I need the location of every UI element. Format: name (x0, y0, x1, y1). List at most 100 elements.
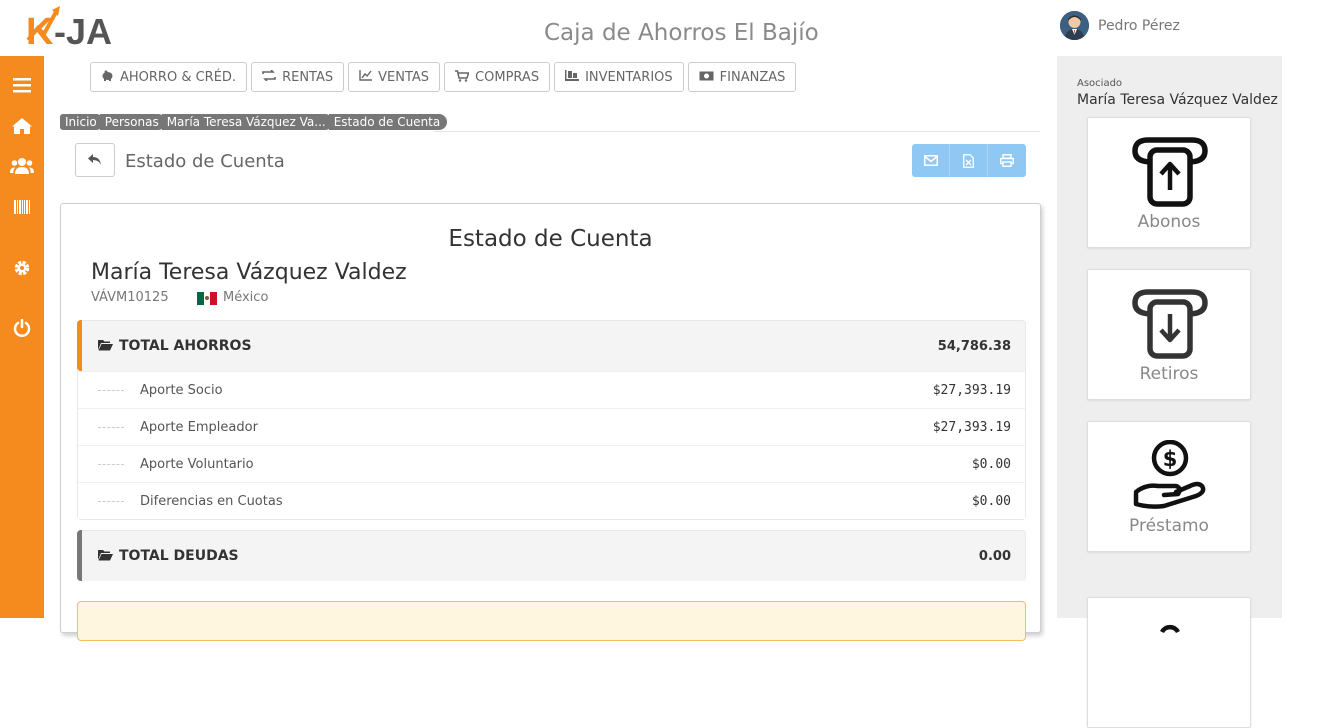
list-item: Aporte Voluntario $0.00 (78, 445, 1025, 482)
group-accent (77, 320, 82, 371)
mexico-flag-icon (197, 292, 218, 305)
loan-hand-icon: $ (1133, 440, 1206, 509)
module-label: AHORRO & CRÉD. (120, 69, 237, 85)
retiros-card[interactable]: Retiros (1087, 269, 1251, 400)
sidebar-item-logout[interactable] (0, 314, 44, 342)
withdraw-icon (1132, 289, 1208, 359)
item-label: Diferencias en Cuotas (140, 493, 283, 509)
module-label: INVENTARIOS (585, 69, 673, 85)
person-name: María Teresa Vázquez Valdez (91, 260, 407, 285)
money-icon (699, 70, 714, 84)
partial-card-icon (1160, 624, 1180, 634)
envelope-icon (923, 155, 938, 166)
breadcrumb: Inicio Personas María Teresa Vázquez Va.… (60, 114, 448, 130)
associate-name: María Teresa Vázquez Valdez (1077, 92, 1278, 108)
menu-button[interactable] (0, 71, 44, 99)
card-label: Retiros (1139, 364, 1199, 384)
folder-open-icon (98, 339, 113, 354)
item-value: $0.00 (971, 456, 1011, 472)
item-value: $27,393.19 (932, 382, 1011, 398)
breadcrumb-persona[interactable]: María Teresa Vázquez Va... (161, 114, 333, 130)
breadcrumb-personas[interactable]: Personas (99, 114, 166, 130)
group-accent (77, 530, 82, 581)
avatar (1060, 11, 1089, 40)
item-label: Aporte Empleador (140, 419, 258, 435)
pallet-icon (565, 69, 580, 85)
prestamo-card[interactable]: $ Préstamo (1087, 421, 1251, 552)
item-value: $0.00 (971, 493, 1011, 509)
logo-icon: K -JA (26, 6, 112, 53)
list-item: Diferencias en Cuotas $0.00 (78, 482, 1025, 519)
sidebar-item-settings[interactable] (0, 254, 44, 282)
group-label: TOTAL AHORROS (119, 338, 252, 354)
sidebar-item-home[interactable] (0, 112, 44, 140)
exchange-icon (262, 69, 276, 84)
app-title: Caja de Ahorros El Bajío (544, 20, 819, 46)
excel-icon (963, 153, 974, 168)
module-inventarios[interactable]: INVENTARIOS (554, 62, 684, 92)
list-item: Aporte Empleador $27,393.19 (78, 408, 1025, 445)
print-icon (1000, 154, 1014, 167)
piggy-bank-icon (101, 70, 114, 84)
user-name[interactable]: Pedro Pérez (1098, 18, 1180, 34)
warning-box (77, 601, 1026, 641)
logo[interactable]: K -JA (24, 4, 134, 53)
print-button[interactable] (988, 144, 1026, 177)
sidebar-item-barcode[interactable] (0, 193, 44, 221)
power-icon (13, 319, 31, 337)
breadcrumb-estado-cuenta: Estado de Cuenta (328, 114, 448, 130)
card-label: Abonos (1137, 212, 1201, 232)
gear-icon (14, 260, 30, 276)
module-label: FINANZAS (719, 69, 786, 85)
folder-open-icon (98, 549, 113, 564)
top-bar: K -JA Caja de Ahorros El Bajío Pedro Pér… (0, 0, 1344, 56)
person-id: VÁVM10125 (91, 290, 169, 305)
module-label: RENTAS (282, 69, 334, 85)
right-panel: Asociado María Teresa Vázquez Valdez Abo… (1057, 56, 1282, 728)
module-ventas[interactable]: VENTAS (348, 62, 441, 92)
group-header[interactable]: TOTAL DEUDAS 0.00 (78, 531, 1025, 581)
more-card[interactable] (1087, 597, 1251, 728)
item-label: Aporte Socio (140, 382, 223, 398)
module-rentas[interactable]: RENTAS (251, 62, 345, 92)
item-value: $27,393.19 (932, 419, 1011, 435)
module-ahorro-credito[interactable]: AHORRO & CRÉD. (90, 62, 248, 92)
group-total: 54,786.38 (937, 338, 1011, 354)
breadcrumb-inicio[interactable]: Inicio (60, 114, 104, 130)
page-title: Estado de Cuenta (125, 151, 285, 172)
module-label: COMPRAS (475, 69, 540, 85)
divider (434, 131, 1040, 132)
reply-icon (88, 154, 101, 165)
sidebar (0, 56, 44, 618)
country: México (223, 290, 269, 305)
email-button[interactable] (912, 144, 950, 177)
barcode-icon (14, 200, 30, 214)
associate-label: Asociado (1077, 78, 1123, 89)
group-label: TOTAL DEUDAS (119, 548, 239, 564)
cart-icon (455, 69, 470, 85)
abonos-card[interactable]: Abonos (1087, 117, 1251, 248)
group-header[interactable]: TOTAL AHORROS 54,786.38 (78, 321, 1025, 371)
module-nav: AHORRO & CRÉD. RENTAS VENTAS COMPRAS INV… (90, 62, 800, 92)
home-icon (12, 118, 32, 134)
action-buttons (912, 144, 1026, 177)
group-total: 0.00 (978, 548, 1011, 564)
card-label: Préstamo (1129, 516, 1209, 536)
group-total-ahorros: TOTAL AHORROS 54,786.38 Aporte Socio $27… (77, 320, 1026, 520)
group-total-deudas: TOTAL DEUDAS 0.00 (77, 530, 1026, 581)
users-icon (10, 158, 34, 174)
module-finanzas[interactable]: FINANZAS (687, 62, 797, 92)
deposit-icon (1132, 137, 1208, 207)
item-label: Aporte Voluntario (140, 456, 254, 472)
export-excel-button[interactable] (950, 144, 988, 177)
list-item: Aporte Socio $27,393.19 (78, 371, 1025, 408)
menu-icon (13, 78, 31, 93)
user-menu[interactable]: Pedro Pérez (1060, 11, 1180, 40)
statement-document: Estado de Cuenta María Teresa Vázquez Va… (60, 203, 1041, 641)
back-button[interactable] (75, 143, 115, 177)
module-label: VENTAS (378, 69, 430, 85)
sidebar-item-users[interactable] (0, 152, 44, 180)
module-compras[interactable]: COMPRAS (444, 62, 551, 92)
chart-line-icon (359, 70, 373, 84)
statement-title: Estado de Cuenta (448, 226, 653, 252)
